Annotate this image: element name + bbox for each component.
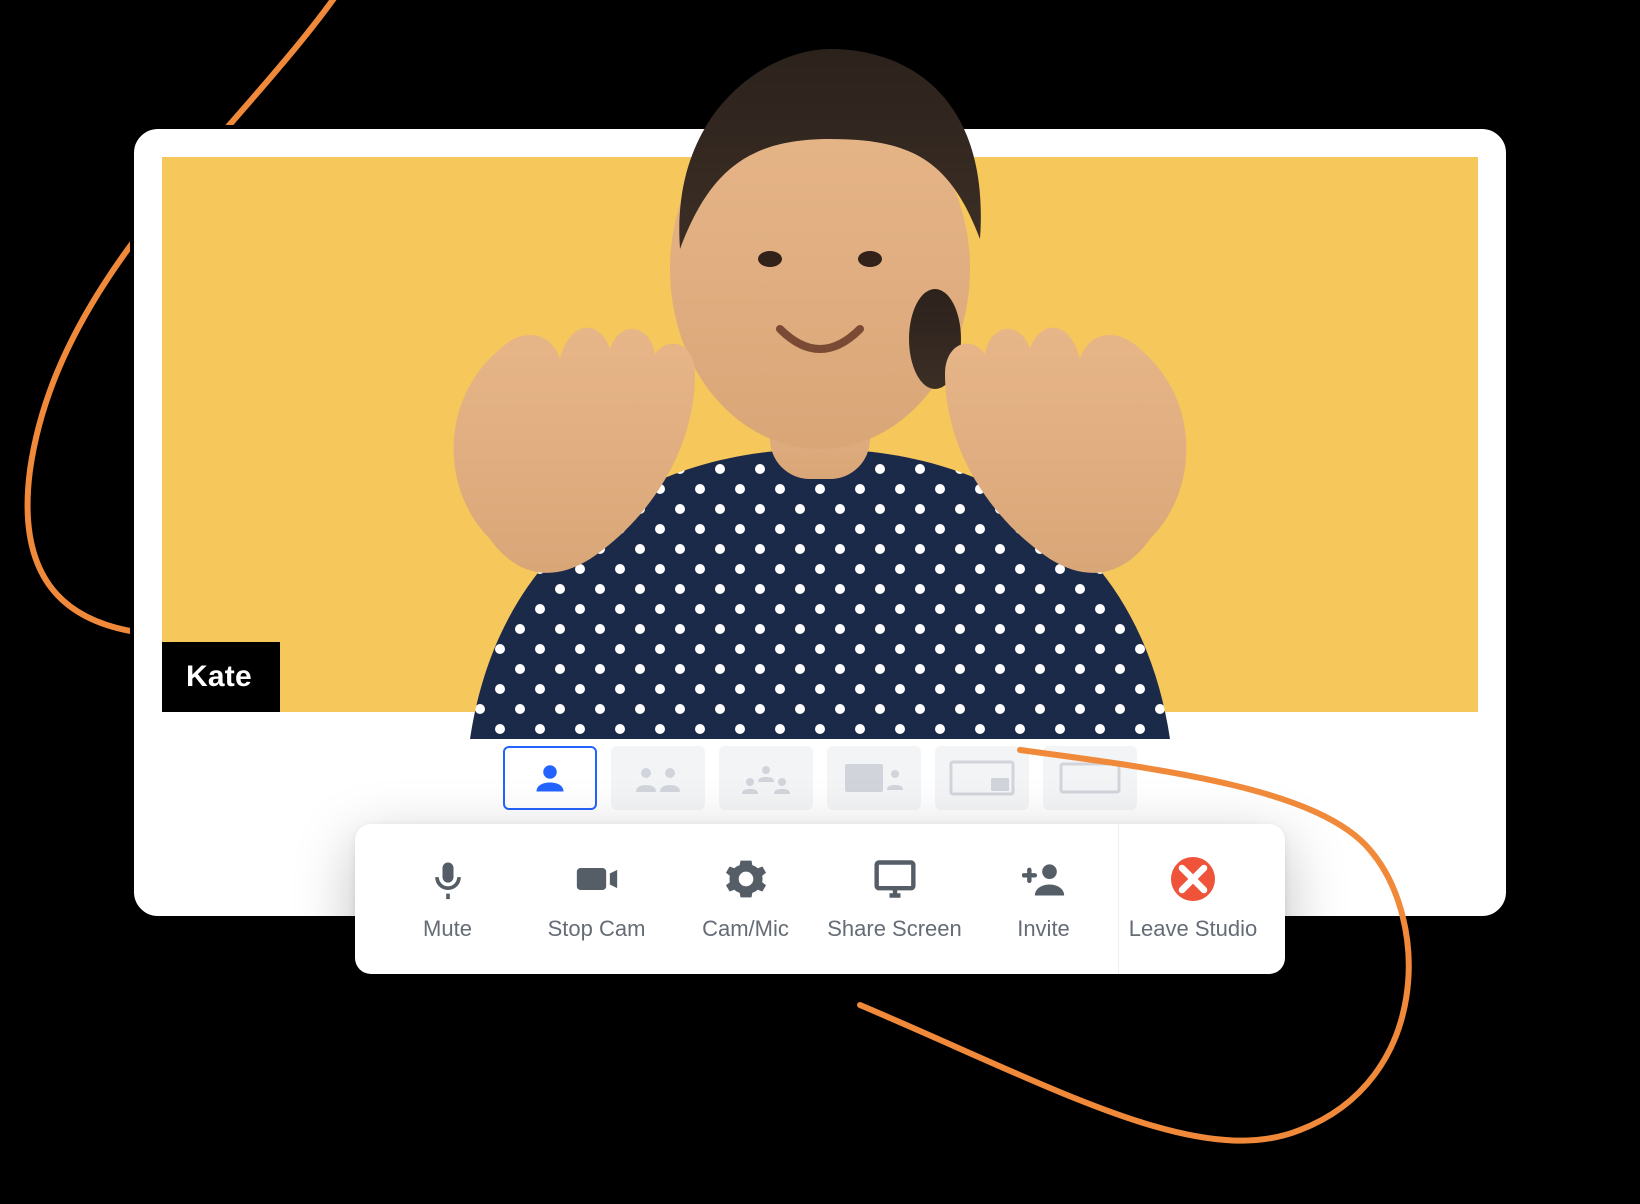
layout-fullscreen[interactable] xyxy=(1043,746,1137,810)
stop-cam-button[interactable]: Stop Cam xyxy=(522,824,671,974)
mute-label: Mute xyxy=(423,916,472,942)
share-screen-label: Share Screen xyxy=(827,916,962,942)
cam-mic-settings-button[interactable]: Cam/Mic xyxy=(671,824,820,974)
invite-button[interactable]: Invite xyxy=(969,824,1118,974)
participant-name-tag: Kate xyxy=(162,642,280,712)
cam-mic-label: Cam/Mic xyxy=(702,916,789,942)
layout-selector xyxy=(503,746,1137,810)
add-user-icon xyxy=(1021,856,1067,902)
stop-cam-label: Stop Cam xyxy=(548,916,646,942)
mute-button[interactable]: Mute xyxy=(373,824,522,974)
camera-icon xyxy=(574,856,620,902)
leave-studio-button[interactable]: Leave Studio xyxy=(1118,824,1267,974)
layout-screen-pip[interactable] xyxy=(935,746,1029,810)
layout-three-up[interactable] xyxy=(719,746,813,810)
monitor-icon xyxy=(872,856,918,902)
layout-two-up[interactable] xyxy=(611,746,705,810)
control-toolbar: Mute Stop Cam Cam/Mic Share Screen xyxy=(355,824,1285,974)
studio-window: Kate xyxy=(130,125,1510,920)
close-icon xyxy=(1170,856,1216,902)
mic-icon xyxy=(425,856,471,902)
leave-label: Leave Studio xyxy=(1129,916,1257,942)
invite-label: Invite xyxy=(1017,916,1070,942)
presenter-video xyxy=(350,19,1290,739)
gear-icon xyxy=(723,856,769,902)
layout-pip[interactable] xyxy=(827,746,921,810)
participant-name: Kate xyxy=(186,660,252,693)
share-screen-button[interactable]: Share Screen xyxy=(820,824,969,974)
layout-solo[interactable] xyxy=(503,746,597,810)
